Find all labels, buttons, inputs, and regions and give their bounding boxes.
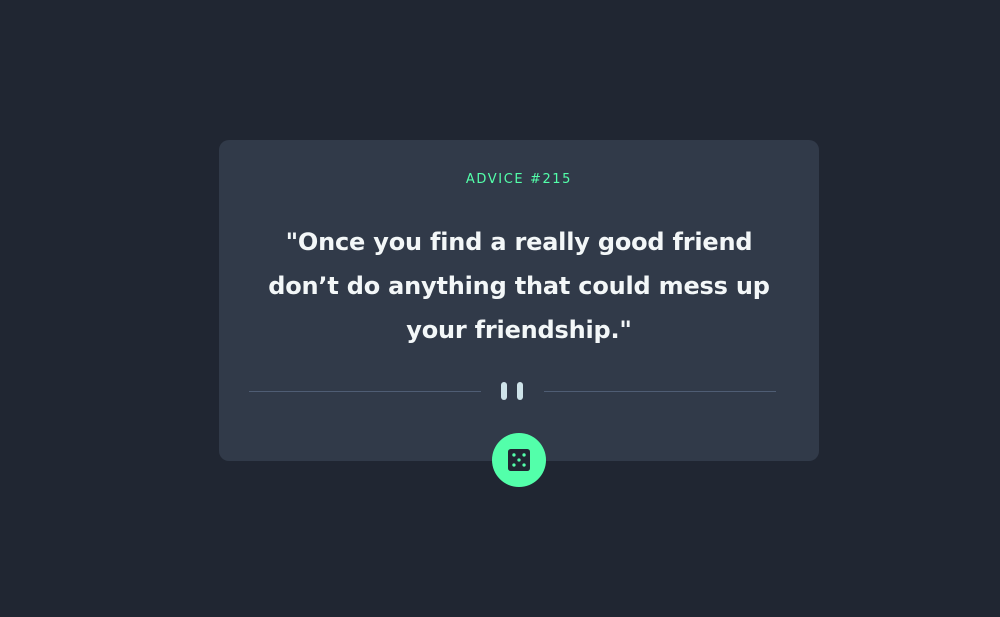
pause-bar-right (517, 382, 523, 400)
divider-line-left (249, 391, 481, 392)
pause-bar-left (501, 382, 507, 400)
advice-id-label: ADVICE #215 (465, 172, 573, 187)
dice-icon (508, 449, 530, 471)
pause-icon (501, 382, 525, 400)
divider (249, 382, 776, 400)
advice-card: ADVICE #215 "Once you find a really good… (219, 140, 819, 461)
advice-quote: "Once you find a really good friend don’… (268, 228, 770, 344)
divider-line-right (544, 391, 776, 392)
new-advice-button[interactable] (492, 433, 546, 487)
